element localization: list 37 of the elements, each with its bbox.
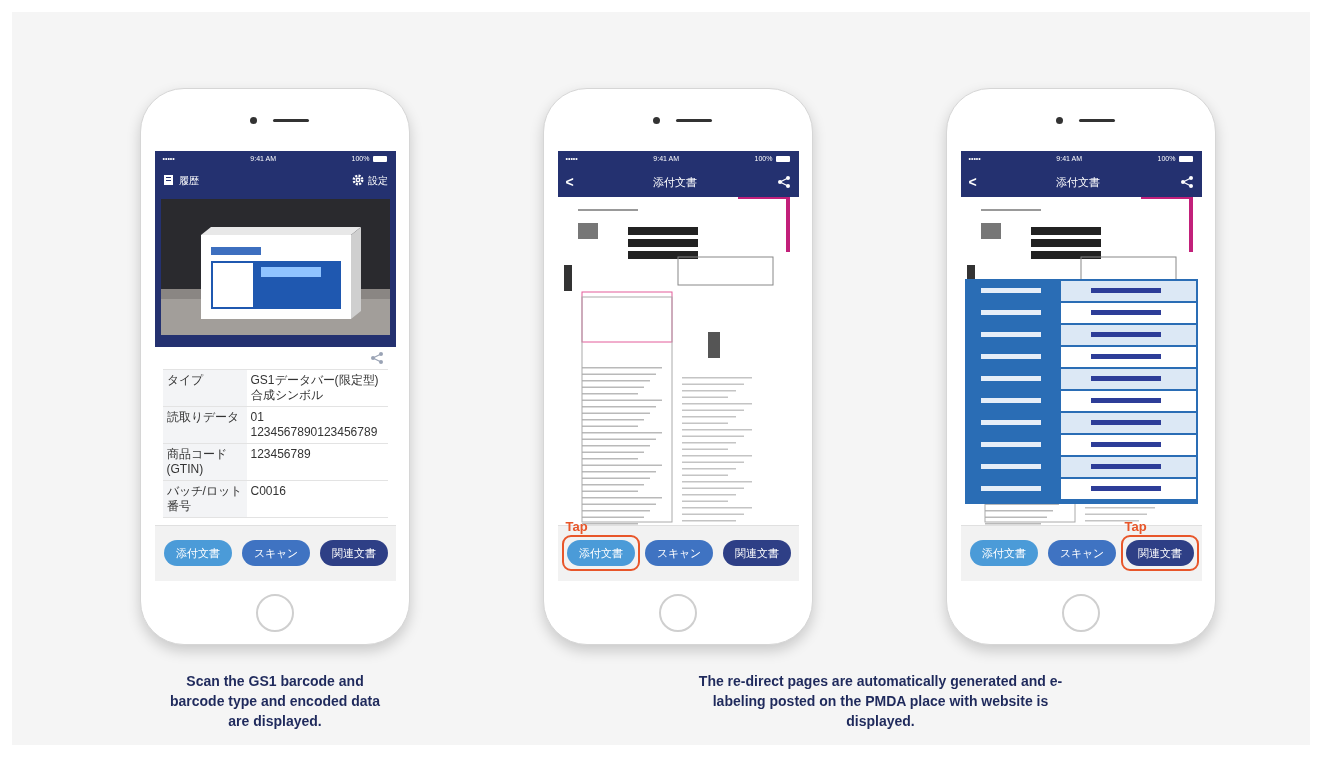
share-icon[interactable] (1179, 175, 1194, 189)
row-value: GS1データバー(限定型)合成シンボル (249, 372, 380, 404)
row-label: 読取りデータ (162, 407, 247, 443)
camera-icon (249, 116, 257, 124)
caption: Scan the GS1 barcode and barcode type and encoded data are displayed. (168, 672, 382, 731)
battery-icon (1179, 156, 1194, 162)
battery-icon (373, 156, 388, 162)
row-value: 123456789 (249, 446, 312, 463)
tab-button[interactable]: スキャン (644, 540, 713, 566)
history-icon[interactable] (162, 174, 175, 186)
battery-icon (776, 156, 791, 162)
camera-icon (1055, 116, 1063, 124)
tab-button[interactable]: 関連文書 (722, 540, 791, 566)
tap-hint: Tap (565, 517, 588, 536)
tab-button[interactable]: スキャン (1047, 540, 1116, 566)
row-value: 01 1234567890123456789 (249, 409, 379, 441)
tab-button[interactable]: 関連文書 (319, 540, 388, 566)
settings-icon[interactable] (351, 174, 364, 186)
back-button[interactable]: < (968, 171, 977, 193)
speaker-icon (1078, 118, 1115, 122)
camera-icon (652, 116, 660, 124)
back-button[interactable]: < (565, 171, 574, 193)
row-label: 商品コード(GTIN) (162, 444, 247, 480)
speaker-icon (675, 118, 712, 122)
tap-hint: Tap (1124, 517, 1147, 536)
settings-label[interactable]: 設定 (367, 172, 388, 188)
row-label: タイプ (162, 370, 247, 406)
caption: The re-direct pages are automatically generated and e-labeling posted on the PMDA place with website is displayed. (697, 672, 1064, 731)
tab-button[interactable]: 関連文書 (1125, 540, 1194, 566)
history-label[interactable]: 履歴 (178, 172, 199, 188)
row-label: バッチ/ロット番号 (162, 481, 247, 517)
share-icon[interactable] (776, 175, 791, 189)
speaker-icon (272, 118, 309, 122)
tab-button[interactable]: スキャン (241, 540, 310, 566)
screen-title: 添付文書 (653, 174, 698, 190)
row-value: C0016 (249, 483, 287, 500)
screen-title: 添付文書 (1056, 174, 1101, 190)
